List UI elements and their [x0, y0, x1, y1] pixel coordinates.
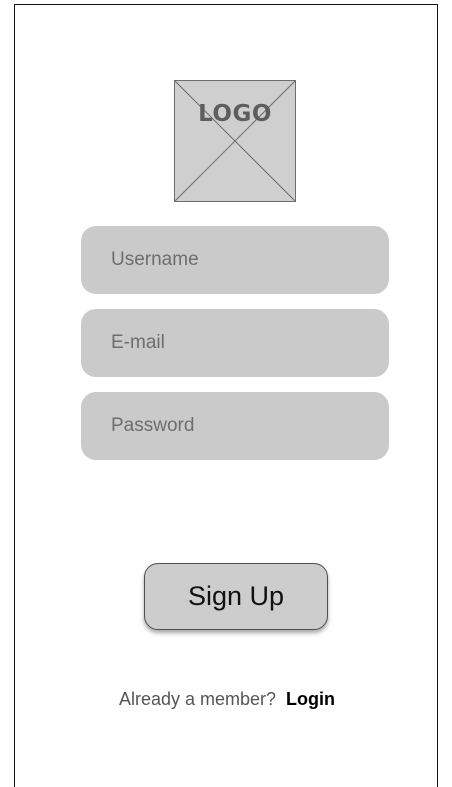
signup-screen: LOGO Sign Up Already a member? Login [14, 4, 438, 787]
already-member-text: Already a member? [118, 689, 277, 709]
logo-text: LOGO [198, 101, 272, 127]
sign-up-button[interactable]: Sign Up [144, 563, 328, 630]
email-input[interactable] [81, 309, 389, 377]
logo-placeholder: LOGO [174, 80, 296, 202]
password-input[interactable] [81, 392, 389, 460]
placeholder-image-icon [175, 81, 295, 201]
username-input[interactable] [81, 226, 389, 294]
login-prompt: Already a member? Login [15, 689, 439, 710]
login-link[interactable]: Login [286, 689, 335, 709]
